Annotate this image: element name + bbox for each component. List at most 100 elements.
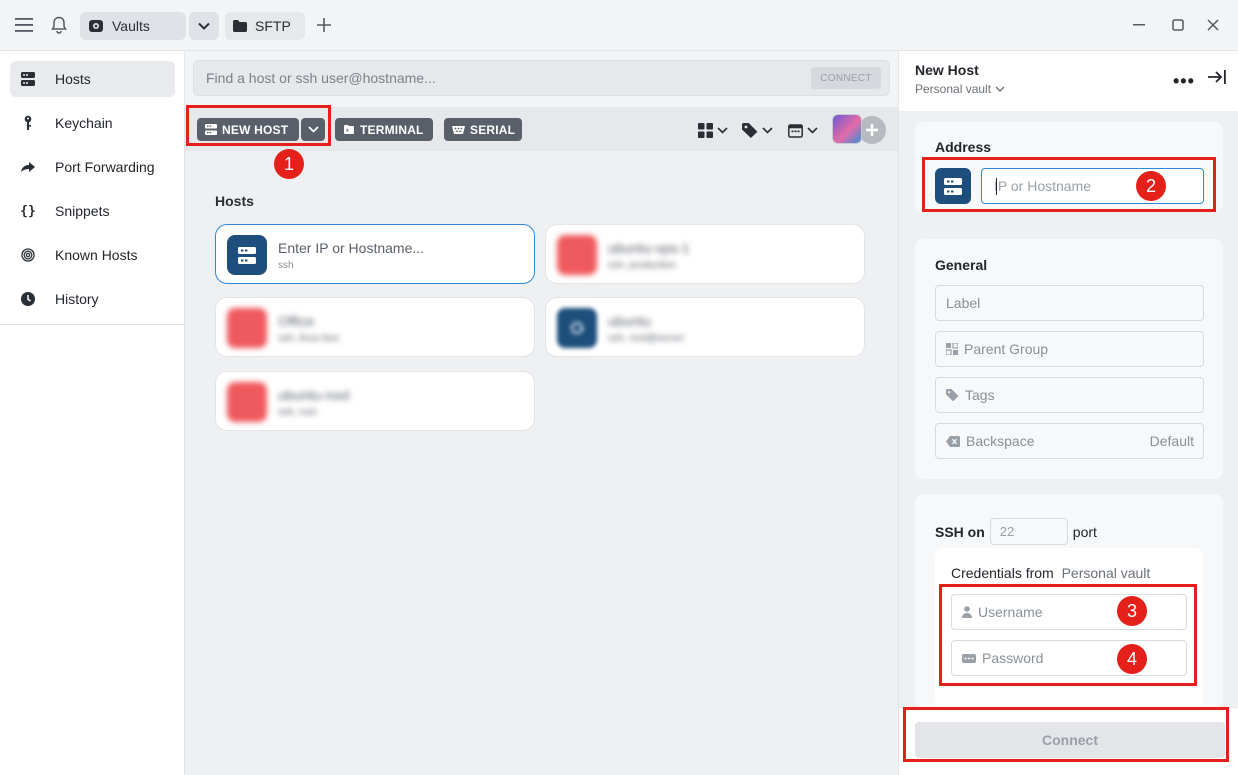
- annotation-badge: 1: [274, 149, 304, 179]
- tab-label: Vaults: [112, 18, 150, 34]
- chevron-down-icon: [717, 126, 728, 134]
- avatar[interactable]: [832, 114, 862, 144]
- host-search-input[interactable]: Find a host or ssh user@hostname... CONN…: [193, 60, 890, 96]
- sidebar-item-snippets[interactable]: {} Snippets: [10, 193, 175, 229]
- key-icon: [19, 114, 37, 132]
- sidebar-item-hosts[interactable]: Hosts: [10, 61, 175, 97]
- sidebar-item-label: Port Forwarding: [55, 159, 155, 175]
- credentials-box: Credentials from Personal vault Username…: [935, 548, 1203, 707]
- more-options-icon[interactable]: •••: [1173, 71, 1195, 92]
- braces-icon: {}: [20, 203, 36, 219]
- serial-port-icon: [452, 125, 465, 135]
- sidebar-item-history[interactable]: History: [10, 281, 175, 317]
- search-placeholder: Find a host or ssh user@hostname...: [206, 70, 436, 86]
- parent-group-field[interactable]: Parent Group: [935, 331, 1204, 367]
- vaults-dropdown-button[interactable]: [189, 12, 219, 40]
- host-name: Enter IP or Hostname...: [278, 240, 425, 256]
- host-os-icon: [227, 382, 267, 422]
- new-host-dropdown-button[interactable]: [301, 118, 325, 141]
- chevron-down-icon: [762, 126, 773, 134]
- hosts-section-title: Hosts: [215, 193, 254, 209]
- parent-group-placeholder: Parent Group: [964, 341, 1049, 357]
- serial-button[interactable]: SERIAL: [444, 118, 522, 141]
- tab-vaults[interactable]: Vaults: [80, 12, 186, 40]
- tags-filter-toggle[interactable]: [742, 120, 773, 140]
- password-dots-icon: [962, 653, 976, 663]
- annotation-badge: 3: [1117, 596, 1147, 626]
- sort-toggle[interactable]: [788, 120, 818, 140]
- forward-icon: [19, 158, 37, 176]
- server-icon: [935, 168, 971, 204]
- connect-bar: Connect: [899, 707, 1238, 775]
- port-input[interactable]: 22: [989, 518, 1068, 545]
- tag-icon: [946, 389, 959, 401]
- host-card[interactable]: Office ssh, linux-box: [215, 297, 535, 357]
- host-card-new[interactable]: Enter IP or Hostname... ssh: [215, 224, 535, 284]
- sidebar-item-label: History: [55, 291, 99, 307]
- host-os-icon: [557, 235, 597, 275]
- host-name: ubuntu-root: [278, 387, 350, 403]
- connect-button[interactable]: Connect: [915, 722, 1225, 758]
- username-placeholder: Username: [978, 604, 1043, 620]
- backspace-select[interactable]: Backspace Default: [935, 423, 1204, 459]
- host-protocol: ssh, root: [278, 407, 317, 418]
- text-caret: [996, 178, 997, 195]
- search-bar: Find a host or ssh user@hostname... CONN…: [185, 51, 898, 107]
- credentials-title: Credentials from Personal vault: [951, 565, 1150, 581]
- tab-sftp[interactable]: SFTP: [225, 12, 305, 40]
- new-tab-plus-icon[interactable]: [313, 14, 335, 36]
- hostname-input[interactable]: IP or Hostname: [981, 168, 1204, 204]
- sidebar-item-keychain[interactable]: Keychain: [10, 105, 175, 141]
- host-card[interactable]: ubuntu ssh, root@server: [545, 297, 865, 357]
- terminal-button[interactable]: TERMINAL: [335, 118, 433, 141]
- vault-icon: [88, 18, 104, 34]
- user-icon: [962, 606, 972, 618]
- host-os-icon: [227, 308, 267, 348]
- sidebar-item-port-forwarding[interactable]: Port Forwarding: [10, 149, 175, 185]
- label-placeholder: Label: [946, 295, 981, 311]
- ssh-prefix: SSH on: [935, 523, 985, 540]
- backspace-value: Default: [1149, 433, 1194, 449]
- vault-selector[interactable]: Personal vault: [915, 82, 1005, 96]
- add-teammate-button[interactable]: [858, 116, 886, 144]
- label-field[interactable]: Label: [935, 285, 1204, 321]
- host-card[interactable]: ubuntu-root ssh, root: [215, 371, 535, 431]
- tags-field[interactable]: Tags: [935, 377, 1204, 413]
- serial-label: SERIAL: [470, 122, 516, 137]
- grid-view-toggle[interactable]: [698, 120, 728, 140]
- password-field[interactable]: Password: [951, 640, 1187, 676]
- chevron-down-icon: [807, 126, 818, 134]
- sidebar: Hosts Keychain Port Forwarding {} Snippe…: [0, 51, 185, 775]
- maximize-icon[interactable]: [1167, 14, 1189, 36]
- new-host-button[interactable]: NEW HOST: [197, 118, 299, 141]
- tag-icon: [742, 122, 758, 138]
- host-protocol: ssh, production: [608, 260, 676, 271]
- terminal-icon: [343, 124, 355, 135]
- credentials-vault[interactable]: Personal vault: [1062, 565, 1151, 581]
- calendar-icon: [788, 123, 803, 138]
- host-protocol: ssh: [278, 260, 294, 271]
- host-name: ubuntu: [608, 313, 651, 329]
- chevron-down-icon: [198, 22, 210, 30]
- sidebar-item-known-hosts[interactable]: Known Hosts: [10, 237, 175, 273]
- host-protocol: ssh, root@server: [608, 333, 685, 344]
- close-icon[interactable]: [1202, 14, 1224, 36]
- general-section: General Label Parent Group Tags Backspac…: [915, 239, 1223, 479]
- new-host-panel: New Host Personal vault ••• Address IP o…: [898, 51, 1238, 775]
- host-card[interactable]: ubuntu-vps-1 ssh, production: [545, 224, 865, 284]
- hostname-placeholder: IP or Hostname: [994, 178, 1092, 194]
- quick-connect-button[interactable]: CONNECT: [811, 67, 881, 89]
- address-title: Address: [935, 139, 992, 155]
- username-field[interactable]: Username: [951, 594, 1187, 630]
- menu-icon[interactable]: [13, 14, 35, 36]
- host-protocol: ssh, linux-box: [278, 333, 340, 344]
- sidebar-item-label: Keychain: [55, 115, 113, 131]
- group-icon: [946, 343, 958, 355]
- backspace-icon: [946, 435, 960, 447]
- folder-icon: [233, 20, 247, 32]
- server-icon: [227, 235, 267, 275]
- panel-title: New Host: [915, 62, 979, 78]
- minimize-icon[interactable]: [1128, 14, 1150, 36]
- collapse-panel-icon[interactable]: [1207, 69, 1227, 90]
- bell-icon[interactable]: [48, 14, 70, 36]
